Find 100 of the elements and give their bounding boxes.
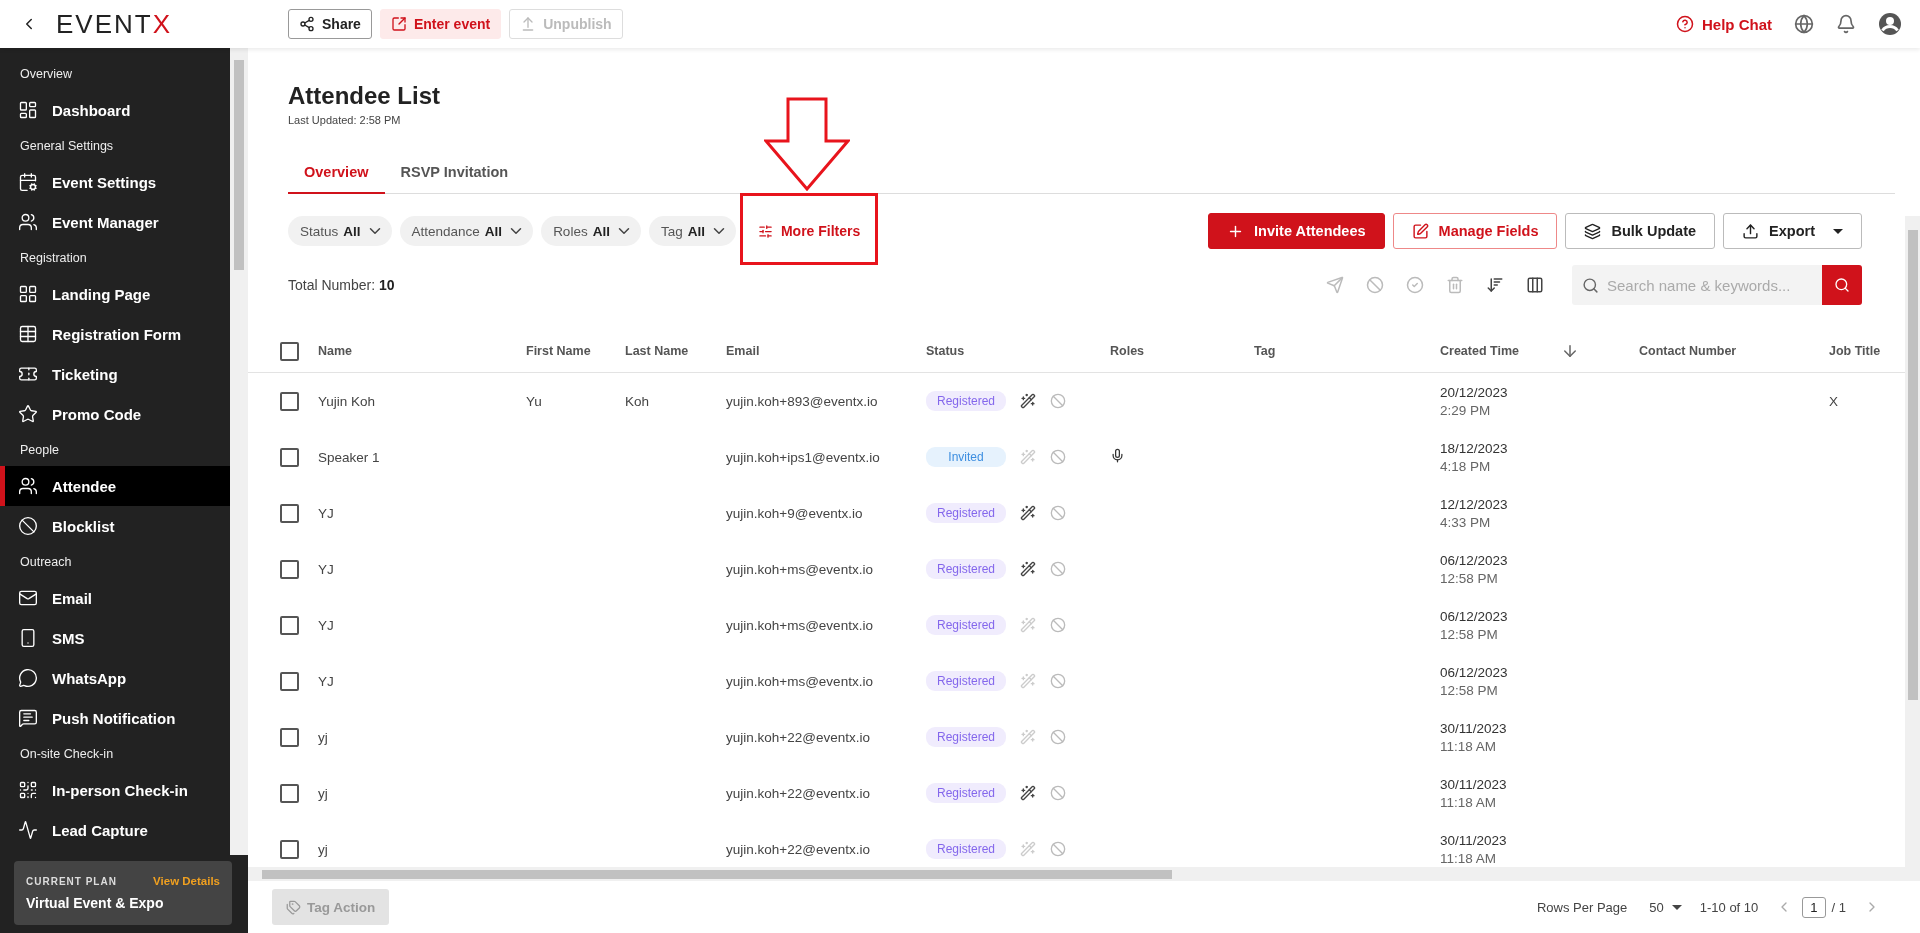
row-checkbox[interactable] (280, 391, 299, 411)
column-header: Job Title (1829, 344, 1882, 358)
scrollbar[interactable] (230, 48, 248, 855)
sort-icon[interactable] (1486, 276, 1504, 294)
row-checkbox[interactable] (280, 503, 299, 523)
wand-icon[interactable] (1020, 785, 1036, 801)
block-icon[interactable] (1050, 505, 1066, 521)
sidebar-item[interactable]: Event Settings (0, 162, 230, 202)
sidebar-item[interactable]: In-person Check-in (0, 770, 230, 810)
tags-icon (286, 899, 301, 915)
invite-button[interactable]: Invite Attendees (1208, 213, 1385, 249)
caret-icon (1833, 228, 1843, 234)
row-checkbox[interactable] (280, 559, 299, 579)
section-label: Overview (19, 66, 74, 83)
columns-icon[interactable] (1526, 276, 1544, 294)
block-icon[interactable] (1366, 276, 1384, 294)
block-icon[interactable] (1050, 729, 1066, 745)
manage-fields-button[interactable]: Manage Fields (1392, 213, 1558, 249)
layers-icon (1584, 222, 1602, 240)
tab[interactable]: RSVP Invitation (384, 152, 525, 194)
table-cell: yujin.koh+ips1@eventx.io (726, 449, 880, 465)
horizontal-scrollbar[interactable] (248, 867, 1905, 881)
filter-dropdown[interactable]: Tag All (648, 216, 736, 246)
block-icon[interactable] (1050, 841, 1066, 857)
table-cell-text: 11:18 AM (1440, 738, 1498, 754)
sidebar-item[interactable]: WhatsApp (0, 658, 230, 698)
search-bar[interactable]: Search name & keywords... (1572, 265, 1862, 305)
block-icon[interactable] (1050, 393, 1066, 409)
sidebar-item[interactable]: Ticketing (0, 354, 230, 394)
sidebar-item[interactable]: SMS (0, 618, 230, 658)
block-icon[interactable] (1050, 561, 1066, 577)
filter-dropdown[interactable]: Status All (288, 216, 392, 246)
row-checkbox[interactable] (280, 727, 299, 747)
table-cell-text: 12:58 PM (1440, 682, 1499, 698)
table-cell: Speaker 1 (318, 449, 380, 465)
table-cell: yujin.koh+ms@eventx.io (726, 561, 873, 577)
search-button[interactable] (1822, 265, 1862, 305)
status-badge: Registered (926, 503, 1006, 523)
notification-bell-icon[interactable] (1836, 14, 1856, 34)
sidebar-item[interactable]: Event Manager (0, 202, 230, 242)
wand-icon[interactable] (1020, 561, 1036, 577)
globe-icon[interactable] (1794, 14, 1814, 34)
block-icon[interactable] (1050, 785, 1066, 801)
send-icon[interactable] (1326, 276, 1344, 294)
chat-bubble-icon (18, 668, 38, 688)
search-field[interactable]: Search name & keywords... (1599, 276, 1822, 294)
wand-icon[interactable] (1020, 505, 1036, 521)
tab[interactable]: Overview (288, 152, 385, 194)
table-cell-text: 12:58 PM (1440, 570, 1499, 586)
table-cell-text: 30/11/2023 (1440, 776, 1508, 792)
user-avatar-icon[interactable] (1878, 12, 1902, 36)
sidebar-item[interactable]: Registration Form (0, 314, 230, 354)
sidebar-item[interactable]: Lead Capture (0, 810, 230, 850)
block-icon[interactable] (1050, 673, 1066, 689)
row-checkbox[interactable] (280, 671, 299, 691)
view-details-link[interactable]: View Details (153, 875, 220, 887)
last-updated-text: Last Updated: 2:58 PM (288, 114, 402, 126)
share-button[interactable]: Share (288, 9, 372, 39)
table-cell: yujin.koh+22@eventx.io (726, 729, 870, 745)
row-checkbox[interactable] (280, 615, 299, 635)
edit-icon (1411, 222, 1429, 240)
row-checkbox[interactable] (280, 447, 299, 467)
row-checkbox[interactable] (280, 839, 299, 859)
upload-icon (1742, 222, 1760, 240)
vertical-scrollbar[interactable] (1905, 216, 1920, 881)
block-icon[interactable] (1050, 617, 1066, 633)
sidebar-item[interactable]: Email (0, 578, 230, 618)
sidebar-item[interactable]: Landing Page (0, 274, 230, 314)
wand-icon[interactable] (1020, 393, 1036, 409)
table-cell: X (1829, 393, 1838, 409)
filter-dropdown[interactable]: Roles All (541, 216, 641, 246)
sidebar-item[interactable]: Blocklist (0, 506, 230, 546)
row-checkbox[interactable] (280, 783, 299, 803)
filter-dropdown[interactable]: Attendance All (399, 216, 534, 246)
page-range-text: 1-10 of 10 (1699, 899, 1759, 915)
search-icon (1834, 277, 1850, 293)
table-cell: Koh (625, 393, 650, 409)
more-filters-button[interactable]: More Filters (749, 217, 869, 245)
rows-per-page-select[interactable]: 50 (1649, 899, 1682, 915)
sidebar-item[interactable]: Dashboard (0, 90, 230, 130)
sidebar-item[interactable]: Promo Code (0, 394, 230, 434)
column-header: Tag (1254, 344, 1277, 358)
block-icon[interactable] (1050, 449, 1066, 465)
table-cell-text: 12:58 PM (1440, 626, 1499, 642)
export-button[interactable]: Export (1723, 213, 1862, 249)
help-chat-link[interactable]: Help Chat (1676, 15, 1772, 33)
enter-event-button[interactable]: Enter event (379, 9, 502, 39)
section-label: People (19, 442, 60, 459)
column-header: Email (726, 344, 761, 358)
table-cell: YJ (318, 561, 334, 577)
check-circle-icon[interactable] (1406, 276, 1424, 294)
message-icon (18, 708, 38, 728)
brand-logo: EVENTX (56, 8, 173, 40)
delete-icon[interactable] (1446, 276, 1464, 294)
bulk-update-button[interactable]: Bulk Update (1565, 213, 1716, 249)
table-cell-text: 06/12/2023 (1440, 608, 1509, 624)
sidebar-item[interactable]: Attendee (0, 466, 230, 506)
select-all-checkbox[interactable] (280, 341, 299, 361)
page-input[interactable]: 1 (1802, 896, 1826, 918)
sidebar-item[interactable]: Push Notification (0, 698, 230, 738)
